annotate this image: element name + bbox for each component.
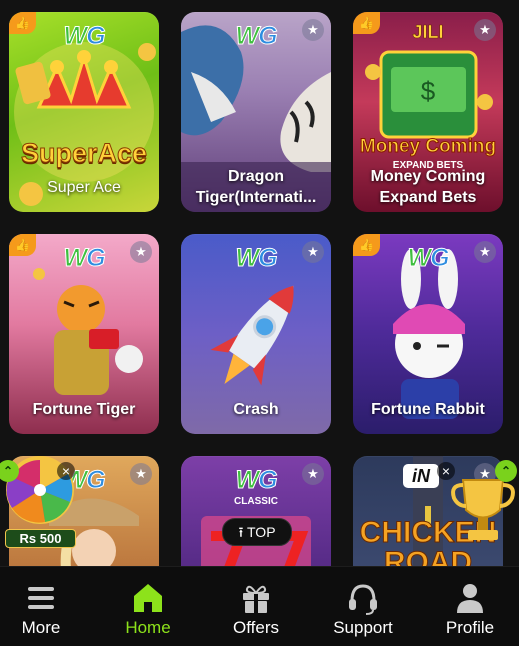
close-promo-left-icon[interactable]: × — [57, 462, 75, 480]
game-card-crash[interactable]: WG ★ Crash — [181, 234, 331, 434]
provider-logo: WG — [63, 22, 106, 51]
game-card-row3-2[interactable]: CLASSIC WG ★ — [181, 456, 331, 566]
bottom-nav-bar: More Home Offers Support Profile — [0, 566, 519, 646]
game-card-super-ace[interactable]: 👍 WG SuperAce Super Ace — [9, 12, 159, 212]
promo-amount-badge[interactable]: Rs 500 — [5, 529, 76, 548]
provider-logo: WG — [63, 244, 106, 273]
favorite-star-icon[interactable]: ★ — [302, 241, 324, 263]
game-card-dragon-tiger[interactable]: WG ★ Dragon Tiger(Internati... — [181, 12, 331, 212]
nav-item-more[interactable]: More — [0, 567, 93, 646]
game-title: Dragon Tiger(Internati... — [195, 168, 317, 206]
favorite-star-icon[interactable]: ★ — [130, 241, 152, 263]
gift-icon — [243, 585, 269, 613]
game-title: Fortune Rabbit — [371, 401, 485, 418]
provider-logo: iN — [403, 464, 439, 488]
home-icon — [134, 584, 162, 612]
favorite-star-icon[interactable]: ★ — [474, 241, 496, 263]
nav-label: More — [21, 618, 61, 637]
nav-label: Home — [125, 618, 171, 637]
game-art-title: SuperAce — [20, 138, 148, 169]
provider-logo: WG — [235, 244, 278, 273]
game-card-fortune-rabbit[interactable]: 👍 WG ★ Fortune Rabbit — [353, 234, 503, 434]
nav-item-offers[interactable]: Offers — [204, 567, 308, 646]
headset-icon — [349, 584, 377, 615]
nav-label: Profile — [445, 618, 495, 637]
favorite-star-icon[interactable]: ★ — [302, 19, 324, 41]
hot-thumb-icon: 👍 — [353, 12, 380, 34]
hot-thumb-icon: 👍 — [353, 234, 380, 256]
game-title: Fortune Tiger — [32, 401, 136, 418]
favorite-star-icon[interactable]: ★ — [302, 463, 324, 485]
nav-item-home[interactable]: Home — [96, 567, 200, 646]
game-title: Money Coming Expand Bets — [370, 168, 486, 206]
collapse-promo-right-icon[interactable]: ⌃ — [495, 460, 517, 482]
hot-thumb-icon: 👍 — [9, 12, 36, 34]
favorite-star-icon[interactable]: ★ — [474, 19, 496, 41]
provider-logo: WG — [235, 466, 278, 495]
game-card-fortune-tiger[interactable]: 👍 WG ★ Fortune Tiger — [9, 234, 159, 434]
provider-logo: WG — [407, 244, 450, 273]
game-art-title: CLASSIC — [234, 496, 278, 507]
arrow-up-icon: ⭱ — [238, 524, 244, 540]
nav-item-support[interactable]: Support — [311, 567, 415, 646]
menu-icon — [28, 587, 54, 609]
person-icon — [457, 584, 483, 613]
game-title: Crash — [233, 401, 279, 418]
game-art-title: Money Coming — [359, 136, 497, 158]
nav-label: Offers — [233, 618, 279, 637]
nav-label: Support — [333, 618, 393, 637]
svg-text:$: $ — [421, 76, 436, 106]
trophy-promo[interactable] — [448, 470, 518, 550]
favorite-star-icon[interactable]: ★ — [130, 463, 152, 485]
scroll-top-label: TOP — [247, 524, 276, 540]
game-card-money-coming[interactable]: $ JILI 👍 ★ Money Coming EXPAND BETS Mone… — [353, 12, 503, 212]
close-promo-right-icon[interactable]: × — [437, 462, 455, 480]
game-title: Super Ace — [47, 179, 121, 196]
scroll-top-button[interactable]: ⭱ TOP — [222, 518, 292, 546]
nav-item-profile[interactable]: Profile — [418, 567, 519, 646]
hot-thumb-icon: 👍 — [9, 234, 36, 256]
provider-logo: WG — [235, 22, 278, 51]
